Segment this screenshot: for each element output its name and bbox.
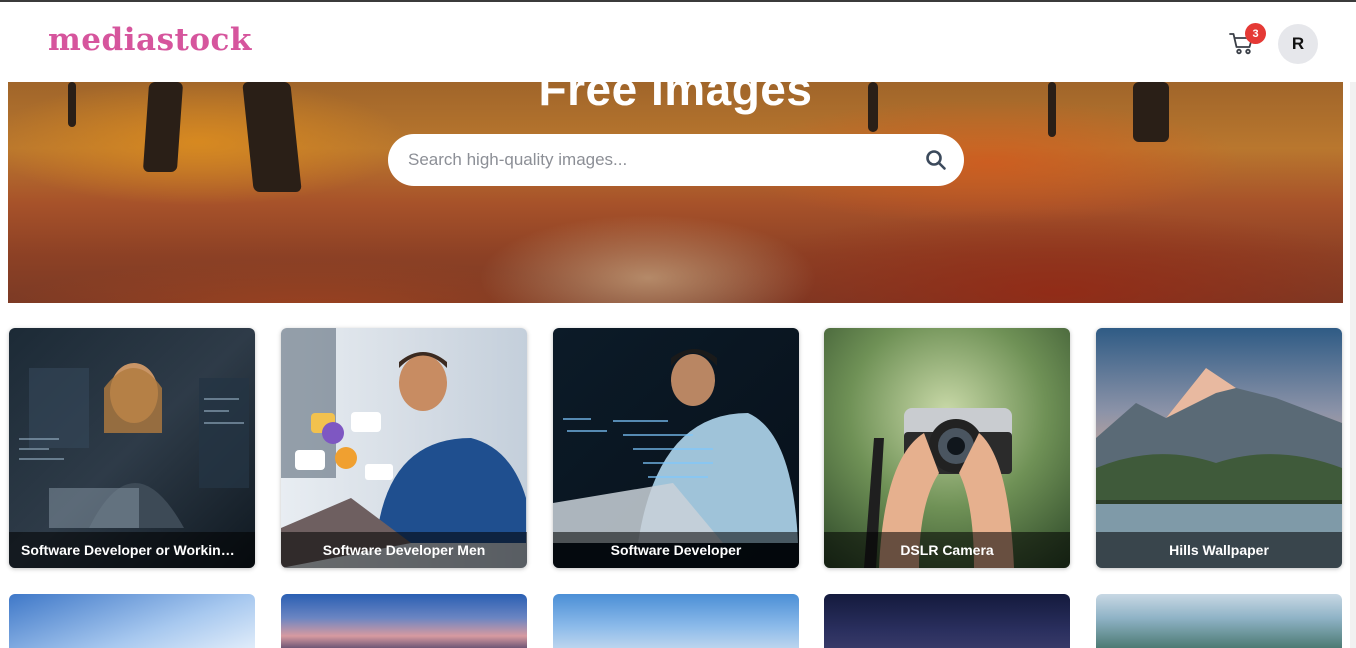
search-bar (388, 134, 964, 186)
image-card[interactable]: Hills Wallpaper (1096, 328, 1342, 568)
cart-count-badge: 3 (1245, 23, 1266, 44)
image-card[interactable] (281, 594, 527, 648)
image-card[interactable]: Software Developer Men (281, 328, 527, 568)
image-card[interactable]: Software Developer (553, 328, 799, 568)
brand-logo[interactable]: mediastock (48, 22, 252, 58)
search-input[interactable] (408, 145, 908, 175)
user-avatar[interactable]: R (1278, 24, 1318, 64)
image-title: Software Developer Men (281, 532, 527, 568)
top-navbar: mediastock 3 R (0, 2, 1356, 82)
image-card[interactable] (553, 594, 799, 648)
image-title: DSLR Camera (824, 532, 1070, 568)
image-card[interactable] (1096, 594, 1342, 648)
image-card[interactable] (9, 594, 255, 648)
image-title: Hills Wallpaper (1096, 532, 1342, 568)
hero-title: Free Images (538, 82, 813, 115)
image-card[interactable]: Software Developer or Working ... (9, 328, 255, 568)
image-title: Software Developer (553, 532, 799, 568)
hero-banner: Free Images (8, 82, 1343, 303)
search-icon[interactable] (924, 148, 948, 172)
page-scrollbar[interactable] (1350, 82, 1356, 648)
image-card[interactable] (824, 594, 1070, 648)
image-card[interactable]: DSLR Camera (824, 328, 1070, 568)
image-title: Software Developer or Working ... (9, 532, 255, 568)
